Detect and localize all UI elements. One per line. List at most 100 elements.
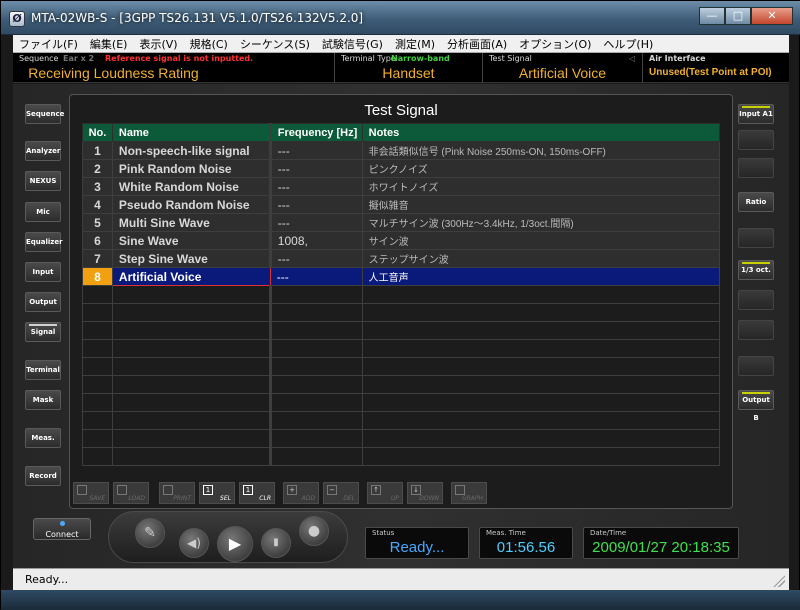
menu-test-signal[interactable]: 試験信号(G) xyxy=(316,35,389,52)
toolbar-load-button[interactable]: LOAD xyxy=(113,482,149,504)
empty-row[interactable] xyxy=(82,411,721,430)
table-row[interactable]: 5 Multi Sine Wave --- マルチサイン波 (300Hz～3.4kHz… xyxy=(82,213,721,232)
menu-edit[interactable]: 編集(E) xyxy=(84,35,134,52)
menu-view[interactable]: 表示(V) xyxy=(133,35,183,52)
datetime-value: 2009/01/27 20:18:35 xyxy=(592,539,730,556)
empty-cell xyxy=(82,339,113,358)
status-display: Status Ready... xyxy=(365,527,469,559)
mic-record-icon[interactable]: ✎ xyxy=(135,518,165,548)
right-ratio[interactable]: Ratio xyxy=(738,192,774,212)
nav-sequence[interactable]: Sequence xyxy=(25,104,64,124)
empty-cell xyxy=(361,393,721,412)
stop-icon[interactable]: ▮ xyxy=(261,528,291,558)
menu-measure[interactable]: 測定(M) xyxy=(389,35,441,52)
nav-input[interactable]: Input xyxy=(25,262,61,282)
empty-row[interactable] xyxy=(82,303,721,322)
empty-cell xyxy=(361,339,721,358)
nav-nexus[interactable]: NEXUS xyxy=(25,171,61,191)
toolbar-clr-button[interactable]: 1 CLR xyxy=(239,482,275,504)
right-third-octave[interactable]: 1/3 oct. xyxy=(738,260,774,280)
nav-mic[interactable]: Mic xyxy=(25,202,61,222)
play-icon[interactable]: ▶ xyxy=(217,526,253,562)
speaker-icon[interactable]: ◀) xyxy=(179,528,209,558)
toolbar-down-button[interactable]: ↓ DOWN xyxy=(407,482,443,504)
menu-options[interactable]: オプション(O) xyxy=(513,35,597,52)
right-slot-9[interactable] xyxy=(738,356,774,376)
air-interface-info[interactable]: Air Interface Unused(Test Point at POI) xyxy=(643,53,789,83)
nav-output[interactable]: Output xyxy=(25,292,61,312)
terminal-info[interactable]: Terminal Type Narrow-band Handset xyxy=(335,53,483,83)
nav-meas[interactable]: Meas. xyxy=(25,428,61,448)
right-slot-2[interactable] xyxy=(738,130,774,150)
nav-terminal[interactable]: Terminal xyxy=(25,360,61,380)
connect-button[interactable]: Connect xyxy=(33,518,91,540)
empty-row[interactable] xyxy=(82,321,721,340)
close-button[interactable]: ✕ xyxy=(751,7,793,25)
row-notes: ホワイトノイズ xyxy=(361,177,721,196)
empty-cell xyxy=(269,357,363,376)
empty-row[interactable] xyxy=(82,339,721,358)
toolbar-save-button[interactable]: SAVE xyxy=(73,482,109,504)
table-row[interactable]: 4 Pseudo Random Noise --- 擬似雑音 xyxy=(82,195,721,214)
nav-record[interactable]: Record xyxy=(25,466,61,486)
table-row[interactable]: 1 Non-speech-like signal --- 非会話類似信号 (Pink … xyxy=(82,141,721,160)
empty-row[interactable] xyxy=(82,375,721,394)
table-row[interactable]: 7 Step Sine Wave --- ステップサイン波 xyxy=(82,249,721,268)
menu-standard[interactable]: 規格(C) xyxy=(184,35,234,52)
table-row[interactable]: 6 Sine Wave 1008, サイン波 xyxy=(82,231,721,250)
empty-cell xyxy=(361,303,721,322)
col-no[interactable]: No. xyxy=(82,123,113,142)
right-slot-7[interactable] xyxy=(738,290,774,310)
empty-cell xyxy=(111,393,272,412)
status-label: Status xyxy=(372,529,395,537)
right-input-a1[interactable]: Input A1 xyxy=(738,104,774,124)
sequence-info[interactable]: Sequence Ear x 2 Reference signal is not… xyxy=(13,53,335,83)
nav-mask[interactable]: Mask xyxy=(25,390,61,410)
title-bar[interactable]: Ø MTA-02WB-S - [3GPP TS26.131 V5.1.0/TS2… xyxy=(1,1,800,35)
empty-row[interactable] xyxy=(82,447,721,466)
row-frequency: --- xyxy=(269,195,363,214)
toolbar-print-button[interactable]: PRINT xyxy=(159,482,195,504)
right-slot-3[interactable] xyxy=(738,158,774,178)
signal-label: Test Signal xyxy=(489,54,532,63)
toolbar-add-button[interactable]: + ADD xyxy=(283,482,319,504)
table-row[interactable]: 8 Artificial Voice --- 人工音声 xyxy=(82,267,721,286)
empty-cell xyxy=(269,303,363,322)
col-notes[interactable]: Notes xyxy=(361,123,721,142)
empty-cell xyxy=(269,429,363,448)
panel-title: Test Signal xyxy=(364,102,438,119)
empty-row[interactable] xyxy=(82,393,721,412)
col-name[interactable]: Name xyxy=(111,123,272,142)
toolbar-up-button[interactable]: ↑ UP xyxy=(367,482,403,504)
toolbar-graph-button[interactable]: GRAPH xyxy=(451,482,487,504)
empty-cell xyxy=(269,393,363,412)
table-row[interactable]: 2 Pink Random Noise --- ピンクノイズ xyxy=(82,159,721,178)
maximize-button[interactable]: □ xyxy=(725,7,751,25)
nav-signal[interactable]: Signal xyxy=(25,322,61,342)
signal-info[interactable]: Test Signal ◁ Artificial Voice xyxy=(483,53,643,83)
right-output-b[interactable]: Output B xyxy=(738,390,774,422)
table-row[interactable]: 3 White Random Noise --- ホワイトノイズ xyxy=(82,177,721,196)
toolbar-sel-button[interactable]: 1 SEL xyxy=(199,482,235,504)
toolbar-del-button[interactable]: − DEL xyxy=(323,482,359,504)
record-icon[interactable]: ● xyxy=(299,516,329,546)
nav-equalizer[interactable]: Equalizer xyxy=(25,232,63,252)
right-slot-8[interactable] xyxy=(738,320,774,340)
nav-analyzer[interactable]: Analyzer xyxy=(25,141,61,161)
col-frequency[interactable]: Frequency [Hz] xyxy=(269,123,363,142)
minimize-button[interactable]: — xyxy=(699,7,725,25)
resize-grip-icon[interactable] xyxy=(773,575,785,587)
right-slot-5[interactable] xyxy=(738,228,774,248)
menu-help[interactable]: ヘルプ(H) xyxy=(597,35,659,52)
menu-analysis[interactable]: 分析画面(A) xyxy=(441,35,513,52)
empty-row[interactable] xyxy=(82,429,721,448)
row-no: 8 xyxy=(82,267,113,286)
empty-row[interactable] xyxy=(82,357,721,376)
menu-sequence[interactable]: シーケンス(S) xyxy=(234,35,316,52)
row-notes: 人工音声 xyxy=(361,267,721,286)
menu-file[interactable]: ファイル(F) xyxy=(13,35,84,52)
empty-row[interactable] xyxy=(82,285,721,304)
speaker-icon: ◁ xyxy=(629,54,636,63)
toolbar-label: GRAPH xyxy=(461,495,483,502)
sequence-value: Receiving Loudness Rating xyxy=(28,65,199,81)
